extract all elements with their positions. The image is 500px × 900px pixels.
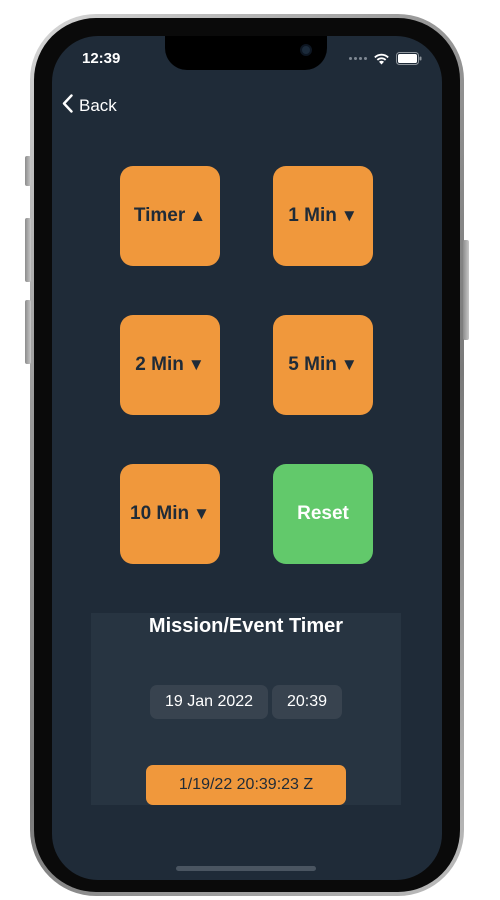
mission-title: Mission/Event Timer — [148, 615, 344, 637]
triangle-down-icon: ▼ — [193, 504, 210, 523]
one-min-label: 1 Min — [288, 205, 337, 226]
timer-up-button[interactable]: Timer ▲ — [120, 166, 220, 266]
five-min-down-button[interactable]: 5 Min ▼ — [273, 315, 373, 415]
triangle-down-icon: ▼ — [340, 206, 358, 225]
chevron-left-icon — [62, 94, 73, 118]
reset-button[interactable]: Reset — [273, 464, 373, 564]
two-min-down-button[interactable]: 2 Min ▼ — [120, 315, 220, 415]
two-min-label: 2 Min — [135, 354, 184, 375]
date-picker[interactable]: 19 Jan 2022 — [150, 685, 268, 719]
five-min-label: 5 Min — [288, 354, 337, 375]
zulu-time-display: 1/19/22 20:39:23 Z — [146, 765, 346, 805]
ten-min-down-button[interactable]: 10 Min ▼ — [120, 464, 220, 564]
status-icons — [349, 52, 422, 65]
wifi-icon — [373, 53, 390, 65]
back-label: Back — [79, 96, 117, 115]
volume-up-button — [25, 218, 31, 282]
battery-icon — [396, 52, 422, 65]
app-screen: 12:39 Back Timer ▲ 1 Min ▼ 2 Min ▼ 5 Min… — [52, 36, 442, 880]
notch — [165, 36, 327, 70]
back-button[interactable]: Back — [62, 94, 117, 118]
volume-down-button — [25, 300, 31, 364]
reset-label: Reset — [297, 503, 349, 524]
cellular-signal-icon — [349, 57, 367, 60]
mute-switch — [25, 156, 31, 186]
mission-timer-panel: Mission/Event Timer 19 Jan 2022 20:39 1/… — [91, 613, 401, 805]
status-time: 12:39 — [82, 50, 121, 67]
ten-min-label: 10 Min — [130, 503, 190, 524]
home-indicator — [176, 866, 316, 871]
one-min-down-button[interactable]: 1 Min ▼ — [273, 166, 373, 266]
triangle-down-icon: ▼ — [187, 355, 205, 374]
power-button — [463, 240, 469, 340]
triangle-up-icon: ▲ — [189, 206, 207, 225]
triangle-down-icon: ▼ — [340, 355, 358, 374]
front-camera — [300, 44, 312, 56]
time-picker[interactable]: 20:39 — [272, 685, 342, 719]
timer-up-label: Timer — [133, 205, 186, 226]
